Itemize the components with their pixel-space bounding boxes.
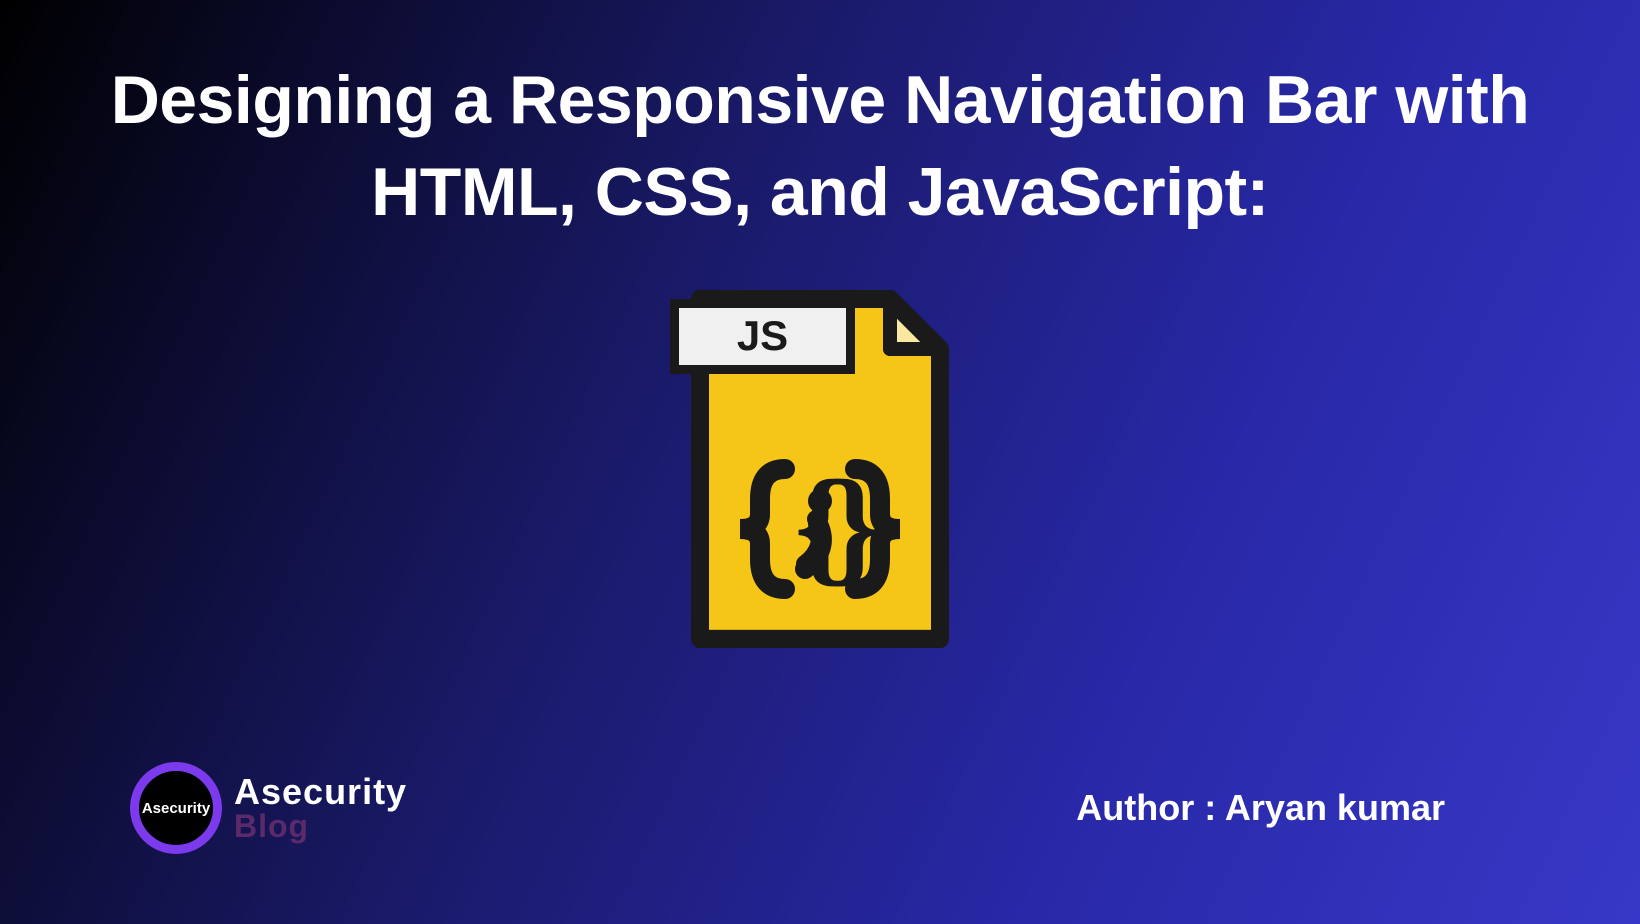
logo-section: Asecurity Asecurity Blog <box>130 762 407 854</box>
logo-text-bottom: Blog <box>234 808 407 845</box>
logo-text-top: Asecurity <box>234 771 407 813</box>
author-prefix: Author : <box>1076 787 1216 828</box>
js-file-icon: { } JS <box>675 279 965 659</box>
author-name: Aryan kumar <box>1225 787 1445 828</box>
js-icon-container: { } JS <box>0 279 1640 659</box>
js-label: JS <box>670 299 855 374</box>
page-title: Designing a Responsive Navigation Bar wi… <box>0 0 1640 239</box>
logo-text: Asecurity Blog <box>234 771 407 845</box>
author-label: Author : Aryan kumar <box>1076 787 1445 829</box>
logo-circle-icon: Asecurity <box>130 762 222 854</box>
